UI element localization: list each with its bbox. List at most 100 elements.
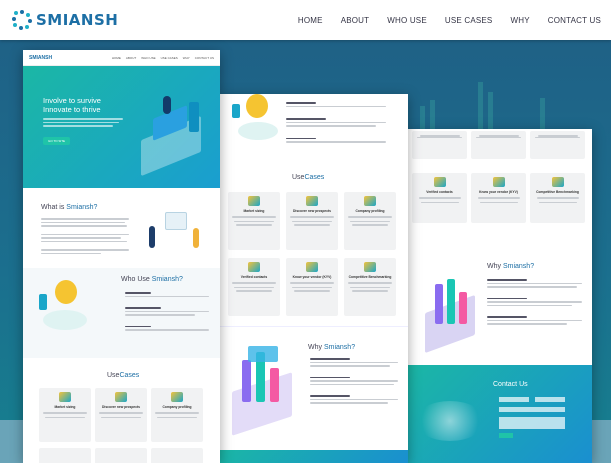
card-title: Know your vendor (KYV) <box>292 275 332 279</box>
what-is-text <box>41 216 131 256</box>
cases-word: Cases <box>119 372 140 379</box>
market-sizing-icon <box>59 392 71 402</box>
mockup-nav-links: HOME ABOUT WHO USE USE CASES WHY CONTACT… <box>112 56 214 60</box>
use-case-card: Discover new prospects <box>95 388 147 442</box>
who-use-list <box>125 290 213 333</box>
what-is-word: What is <box>41 204 65 211</box>
why-isometric-illustration <box>226 342 300 442</box>
feature-card <box>412 131 467 159</box>
card-title: Discover new prospects <box>102 405 140 409</box>
mockup-hero: Involve to survive Innovate to thrive GO … <box>23 66 220 188</box>
card-title: Know your vendor (KYV) <box>479 190 518 194</box>
use-case-card <box>151 448 203 463</box>
cases-word: Cases <box>304 174 325 181</box>
benchmark-icon <box>364 262 376 272</box>
why-brand: Smiansh? <box>323 344 356 351</box>
vendor-icon <box>306 262 318 272</box>
card-title: Competitive Benchmarking <box>536 190 579 194</box>
use-case-card <box>95 448 147 463</box>
nav-why[interactable]: WHY <box>510 16 529 25</box>
use-case-card: Verified contacts <box>228 258 280 316</box>
mockup-link: CONTACT US <box>194 55 214 60</box>
hero-isometric-illustration <box>133 88 208 178</box>
mockup-link: ABOUT <box>125 55 137 60</box>
use-case-card: Know your vendor (KYV) <box>286 258 338 316</box>
form-submit-button <box>499 433 513 438</box>
card-title: Market sizing <box>243 209 265 213</box>
contact-us-word: Us <box>519 381 528 388</box>
use-case-card: Market sizing <box>228 192 280 250</box>
contact-word: Contact <box>493 381 518 388</box>
card-title: Company profiling <box>162 405 192 409</box>
use-case-card: Company profiling <box>151 388 203 442</box>
form-field <box>499 397 529 402</box>
mockup-page-middle: UseCases Market sizing Discover new pros… <box>218 94 408 463</box>
use-case-card: Competitive Benchmarking <box>530 173 585 223</box>
use-case-card: Company profiling <box>344 192 396 250</box>
mockup-page-right: Verified contacts Know your vendor (KYV)… <box>407 129 592 463</box>
bg-chart-bar <box>478 82 483 136</box>
benchmark-icon <box>551 177 564 187</box>
why-title: Why Smiansh? <box>308 344 355 351</box>
verified-contacts-icon <box>248 262 260 272</box>
use-word: Use <box>107 372 120 379</box>
mockup-link: HOME <box>111 55 121 60</box>
brand-logo[interactable]: SMIANSH <box>12 10 118 30</box>
form-textarea <box>499 417 565 429</box>
card-title: Discover new prospects <box>293 209 331 213</box>
form-field <box>535 397 565 402</box>
contact-title: Contact Us <box>493 381 528 388</box>
nav-who-use[interactable]: WHO USE <box>387 16 427 25</box>
main-nav: HOME ABOUT WHO USE USE CASES WHY CONTACT… <box>298 0 601 40</box>
vendor-icon <box>492 177 505 187</box>
card-title: Company profiling <box>355 209 385 213</box>
market-sizing-icon <box>248 196 260 206</box>
what-is-brand: Smiansh? <box>66 204 98 211</box>
who-use-title: Who Use Smiansh? <box>121 276 183 283</box>
verified-contacts-icon <box>433 177 446 187</box>
mockup-link: USE CASES <box>160 55 178 60</box>
team-illustration <box>135 208 205 258</box>
use-case-card: Discover new prospects <box>286 192 338 250</box>
contact-section: Contact Us <box>407 365 592 463</box>
form-field <box>499 407 565 412</box>
card-title: Verified contacts <box>240 275 268 279</box>
use-word: Use <box>292 174 305 181</box>
nav-home[interactable]: HOME <box>298 16 323 25</box>
feature-card <box>530 131 585 159</box>
mockup-link: WHY <box>182 55 190 60</box>
use-case-card <box>39 448 91 463</box>
hero-cta-button: GO TO SITE <box>43 136 71 145</box>
brand-name: SMIANSH <box>36 11 119 29</box>
why-feature-list <box>310 356 402 406</box>
use-case-card: Know your vendor (KYV) <box>471 173 526 223</box>
who-use-brand: Smiansh? <box>151 276 183 283</box>
card-title: Competitive Benchmarking <box>348 275 392 279</box>
mockup-link: WHO USE <box>141 55 156 60</box>
why-isometric-illustration <box>415 274 485 354</box>
hero-title-line1: Involve to survive <box>43 96 101 105</box>
prospects-icon <box>306 196 318 206</box>
company-profiling-icon <box>364 196 376 206</box>
why-feature-list <box>487 277 585 327</box>
mockup-page-left: SMIANSH HOME ABOUT WHO USE USE CASES WHY… <box>23 50 220 463</box>
why-title: Why Smiansh? <box>487 263 534 270</box>
nav-use-cases[interactable]: USE CASES <box>445 16 493 25</box>
prospects-icon <box>115 392 127 402</box>
why-brand: Smiansh? <box>502 263 535 270</box>
use-case-card: Market sizing <box>39 388 91 442</box>
use-cases-title: UseCases <box>107 372 139 379</box>
benefit-list <box>286 100 398 145</box>
nav-contact-us[interactable]: CONTACT US <box>548 16 601 25</box>
why-word: Why <box>487 263 501 270</box>
who-use-section: Who Use Smiansh? <box>23 268 220 358</box>
who-use-word: Who Use <box>121 276 150 283</box>
card-title: Market sizing <box>54 405 76 409</box>
bulb-illustration <box>228 94 288 154</box>
logo-dots-icon <box>12 10 32 30</box>
card-title: Verified contacts <box>426 190 453 194</box>
what-is-title: What is Smiansh? <box>41 204 97 211</box>
use-case-card: Competitive Benchmarking <box>344 258 396 316</box>
nav-about[interactable]: ABOUT <box>341 16 370 25</box>
use-cases-title: UseCases <box>292 174 324 181</box>
